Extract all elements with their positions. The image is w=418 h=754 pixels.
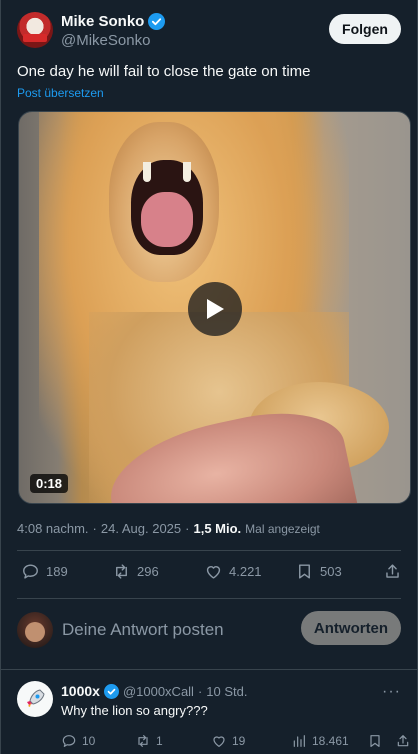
bookmark-count: 503 bbox=[320, 564, 342, 579]
video-duration-badge: 0:18 bbox=[30, 474, 69, 493]
like-count: 4.221 bbox=[229, 564, 262, 579]
video-frame-lion-tongue bbox=[141, 192, 193, 247]
post-action-bar: 189 296 4.221 503 bbox=[17, 562, 401, 588]
reply-author-handle[interactable]: @1000xCall bbox=[123, 684, 194, 699]
divider bbox=[1, 669, 417, 670]
reply-bookmark-action[interactable] bbox=[367, 733, 383, 749]
reply-header: 1000x @1000xCall · 10 Std. bbox=[61, 683, 248, 699]
post-time[interactable]: 4:08 nachm. bbox=[17, 521, 89, 536]
video-player[interactable]: 0:18 bbox=[18, 111, 411, 504]
author-name-row: Mike Sonko bbox=[61, 13, 166, 30]
meta-separator: · bbox=[92, 521, 97, 536]
author-display-name[interactable]: Mike Sonko bbox=[61, 13, 144, 30]
reply-time[interactable]: 10 Std. bbox=[206, 684, 247, 699]
reply-text: Why the lion so angry??? bbox=[61, 703, 208, 718]
reply-icon bbox=[23, 564, 38, 579]
reply-like-count: 19 bbox=[232, 734, 246, 748]
view-count: 1,5 Mio. bbox=[193, 521, 242, 536]
play-button[interactable] bbox=[188, 282, 242, 336]
view-count-label: Mal angezeigt bbox=[245, 522, 320, 536]
share-icon bbox=[397, 735, 409, 747]
play-icon bbox=[207, 299, 224, 319]
reply-author-name[interactable]: 1000x bbox=[61, 683, 100, 699]
post-date[interactable]: 24. Aug. 2025 bbox=[101, 521, 181, 536]
reply-count: 189 bbox=[46, 564, 68, 579]
bookmark-icon bbox=[370, 735, 380, 747]
reply-post[interactable]: 1000x @1000xCall · 10 Std. ··· Why the l… bbox=[17, 681, 409, 754]
author-handle[interactable]: @MikeSonko bbox=[61, 32, 150, 49]
current-user-avatar[interactable] bbox=[17, 612, 53, 648]
heart-icon bbox=[213, 736, 225, 747]
video-frame-fang bbox=[143, 162, 151, 182]
reply-repost-action[interactable]: 1 bbox=[135, 733, 163, 749]
reply-input[interactable]: Deine Antwort posten bbox=[62, 620, 224, 640]
more-options-icon[interactable]: ··· bbox=[382, 683, 401, 701]
reply-reply-count: 10 bbox=[82, 734, 96, 748]
reply-action[interactable]: 189 bbox=[21, 562, 68, 581]
reply-composer: Deine Antwort posten Antworten bbox=[17, 610, 401, 650]
translate-post-link[interactable]: Post übersetzen bbox=[17, 86, 104, 100]
share-icon bbox=[386, 564, 399, 578]
share-action[interactable] bbox=[383, 562, 402, 581]
divider bbox=[17, 550, 401, 551]
verified-badge-icon bbox=[103, 683, 119, 699]
reply-share-action[interactable] bbox=[395, 733, 411, 749]
heart-icon bbox=[206, 566, 221, 579]
rocket-icon bbox=[27, 689, 45, 707]
reply-icon bbox=[62, 735, 76, 747]
like-action[interactable]: 4.221 bbox=[204, 562, 262, 581]
reply-author-avatar[interactable] bbox=[17, 681, 53, 717]
reply-like-action[interactable]: 19 bbox=[211, 733, 245, 749]
meta-separator: · bbox=[197, 683, 203, 699]
reply-reply-action[interactable]: 10 bbox=[61, 733, 95, 749]
post-meta: 4:08 nachm. · 24. Aug. 2025 · 1,5 Mio. M… bbox=[17, 521, 320, 536]
reply-action-bar: 10 1 19 18.461 bbox=[61, 733, 409, 753]
repost-icon bbox=[138, 735, 148, 747]
post-text: One day he will fail to close the gate o… bbox=[17, 63, 311, 80]
verified-badge-icon bbox=[148, 13, 166, 30]
bookmark-action[interactable]: 503 bbox=[295, 562, 342, 581]
repost-icon bbox=[116, 564, 127, 579]
meta-separator: · bbox=[185, 521, 190, 536]
video-frame-fang bbox=[183, 162, 191, 182]
post-header: Mike Sonko @MikeSonko Folgen bbox=[17, 12, 401, 52]
repost-count: 296 bbox=[137, 564, 159, 579]
reply-view-count: 18.461 bbox=[312, 734, 349, 748]
reply-submit-button[interactable]: Antworten bbox=[301, 611, 401, 645]
follow-button[interactable]: Folgen bbox=[329, 14, 401, 44]
reply-repost-count: 1 bbox=[156, 734, 163, 748]
author-avatar[interactable] bbox=[17, 12, 53, 48]
post-detail-panel: Mike Sonko @MikeSonko Folgen One day he … bbox=[0, 0, 418, 754]
divider bbox=[17, 598, 401, 599]
analytics-icon bbox=[293, 735, 305, 747]
reply-views-action[interactable]: 18.461 bbox=[291, 733, 349, 749]
repost-action[interactable]: 296 bbox=[112, 562, 159, 581]
bookmark-icon bbox=[299, 564, 310, 579]
